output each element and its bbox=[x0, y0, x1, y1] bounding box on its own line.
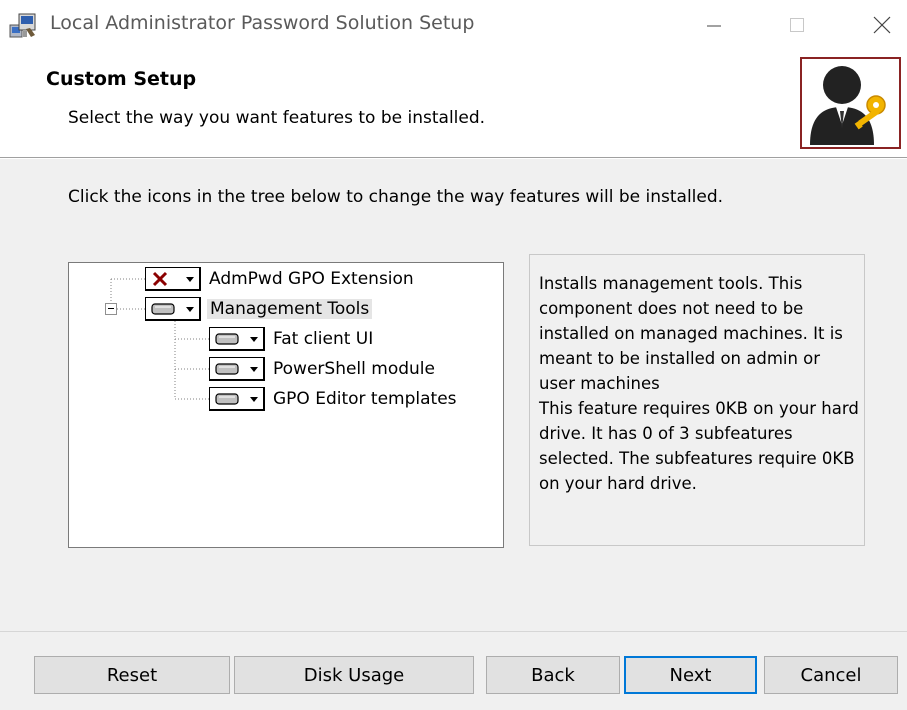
drive-icon bbox=[215, 332, 239, 345]
maximize-button bbox=[767, 0, 827, 50]
close-icon bbox=[873, 16, 891, 34]
feature-state-dropdown[interactable] bbox=[209, 387, 265, 411]
back-button[interactable]: Back bbox=[486, 656, 620, 694]
tree-item-label: GPO Editor templates bbox=[273, 389, 457, 409]
feature-state-dropdown[interactable] bbox=[209, 357, 265, 381]
installer-icon bbox=[9, 11, 41, 39]
drive-icon bbox=[215, 392, 239, 405]
tree-item-label: PowerShell module bbox=[273, 359, 435, 379]
feature-state-dropdown[interactable] bbox=[145, 267, 201, 291]
feature-state-dropdown[interactable] bbox=[209, 327, 265, 351]
maximize-icon bbox=[790, 18, 804, 32]
page-subtitle: Select the way you want features to be i… bbox=[68, 108, 486, 128]
window-title: Local Administrator Password Solution Se… bbox=[50, 12, 475, 34]
feature-state-dropdown[interactable] bbox=[145, 297, 201, 321]
instruction-text: Click the icons in the tree below to cha… bbox=[68, 187, 724, 207]
collapse-minus-icon[interactable] bbox=[105, 303, 117, 315]
page-title: Custom Setup bbox=[46, 68, 197, 90]
title-bar: Local Administrator Password Solution Se… bbox=[0, 0, 907, 52]
feature-description-text: Installs management tools. This componen… bbox=[539, 274, 859, 493]
minimize-icon bbox=[707, 25, 721, 27]
dropdown-arrow-icon bbox=[250, 336, 258, 342]
next-button[interactable]: Next bbox=[624, 656, 757, 694]
tree-item-management-tools: Management Tools bbox=[145, 296, 373, 322]
tree-item-label: Management Tools bbox=[207, 299, 373, 319]
tree-item-powershell-module: PowerShell module bbox=[209, 356, 435, 382]
header-banner: Custom Setup Select the way you want fea… bbox=[0, 52, 907, 158]
feature-description-panel: Installs management tools. This componen… bbox=[529, 254, 865, 546]
reset-button[interactable]: Reset bbox=[34, 656, 230, 694]
minimize-button[interactable] bbox=[684, 0, 744, 50]
dropdown-arrow-icon bbox=[250, 366, 258, 372]
dropdown-arrow-icon bbox=[186, 306, 194, 312]
cancel-button[interactable]: Cancel bbox=[764, 656, 898, 694]
admin-key-icon bbox=[810, 66, 886, 145]
drive-icon bbox=[215, 362, 239, 375]
tree-item-fat-client-ui: Fat client UI bbox=[209, 326, 373, 352]
close-button[interactable] bbox=[852, 0, 907, 50]
tree-item-label: Fat client UI bbox=[273, 329, 374, 349]
tree-item-gpo-editor-templates: GPO Editor templates bbox=[209, 386, 457, 412]
admin-key-logo bbox=[800, 57, 901, 149]
disk-usage-button[interactable]: Disk Usage bbox=[234, 656, 474, 694]
drive-icon bbox=[151, 302, 175, 315]
dropdown-arrow-icon bbox=[186, 276, 194, 282]
button-bar: Reset Disk Usage Back Next Cancel bbox=[0, 631, 907, 710]
tree-item-admpwd-gpo-extension: AdmPwd GPO Extension bbox=[145, 266, 414, 292]
dropdown-arrow-icon bbox=[250, 396, 258, 402]
main-area: Click the icons in the tree below to cha… bbox=[0, 159, 907, 631]
feature-tree[interactable]: AdmPwd GPO Extension Management Tools Fa… bbox=[68, 262, 504, 548]
x-unavailable-icon bbox=[152, 271, 168, 286]
tree-item-label: AdmPwd GPO Extension bbox=[209, 269, 414, 289]
